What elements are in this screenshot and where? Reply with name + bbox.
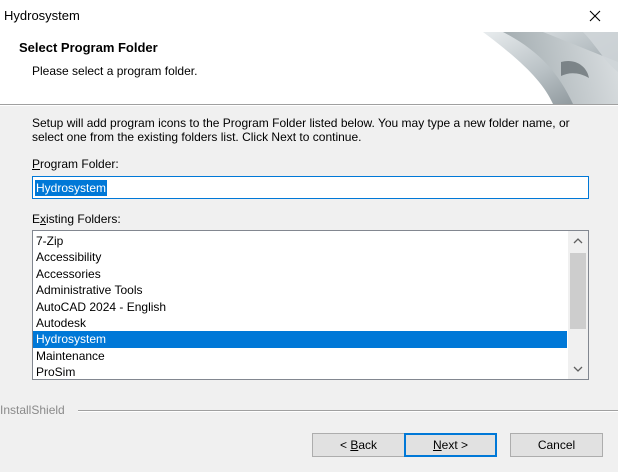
window-title: Hydrosystem — [4, 8, 80, 23]
program-folder-label: Program Folder: — [32, 157, 119, 171]
list-item[interactable]: Administrative Tools — [33, 282, 567, 298]
chevron-up-icon — [573, 238, 583, 244]
next-button[interactable]: Next > — [404, 433, 497, 457]
close-icon — [589, 10, 601, 22]
existing-folders-label: Existing Folders: — [32, 212, 121, 226]
list-item[interactable]: AutoCAD 2024 - English — [33, 299, 567, 315]
existing-folders-list[interactable]: 7-Zip Accessibility Accessories Administ… — [32, 230, 589, 380]
list-item[interactable]: 7-Zip — [33, 233, 567, 249]
installshield-graphic — [483, 32, 618, 104]
scroll-down-button[interactable] — [568, 360, 588, 378]
title-bar: Hydrosystem — [0, 0, 618, 32]
page-subtitle: Please select a program folder. — [32, 64, 198, 78]
list-item[interactable]: Autodesk — [33, 315, 567, 331]
scroll-thumb[interactable] — [570, 253, 586, 329]
list-scrollbar[interactable] — [568, 231, 588, 379]
list-item[interactable]: ProSim — [33, 364, 567, 379]
list-item[interactable]: Maintenance — [33, 348, 567, 364]
wizard-header: Select Program Folder Please select a pr… — [0, 32, 618, 104]
back-button[interactable]: < Back — [312, 433, 405, 457]
list-item[interactable]: Accessories — [33, 266, 567, 282]
program-folder-input[interactable]: Hydrosystem — [32, 176, 589, 199]
cancel-button[interactable]: Cancel — [510, 433, 603, 457]
list-item[interactable]: Accessibility — [33, 249, 567, 265]
installshield-label: InstallShield — [0, 403, 65, 417]
list-item-selected[interactable]: Hydrosystem — [33, 331, 567, 348]
chevron-down-icon — [573, 366, 583, 372]
instructions-text: Setup will add program icons to the Prog… — [32, 116, 570, 144]
close-button[interactable] — [572, 0, 618, 32]
program-folder-value: Hydrosystem — [35, 180, 108, 196]
page-title: Select Program Folder — [19, 40, 158, 55]
scroll-up-button[interactable] — [568, 232, 588, 250]
